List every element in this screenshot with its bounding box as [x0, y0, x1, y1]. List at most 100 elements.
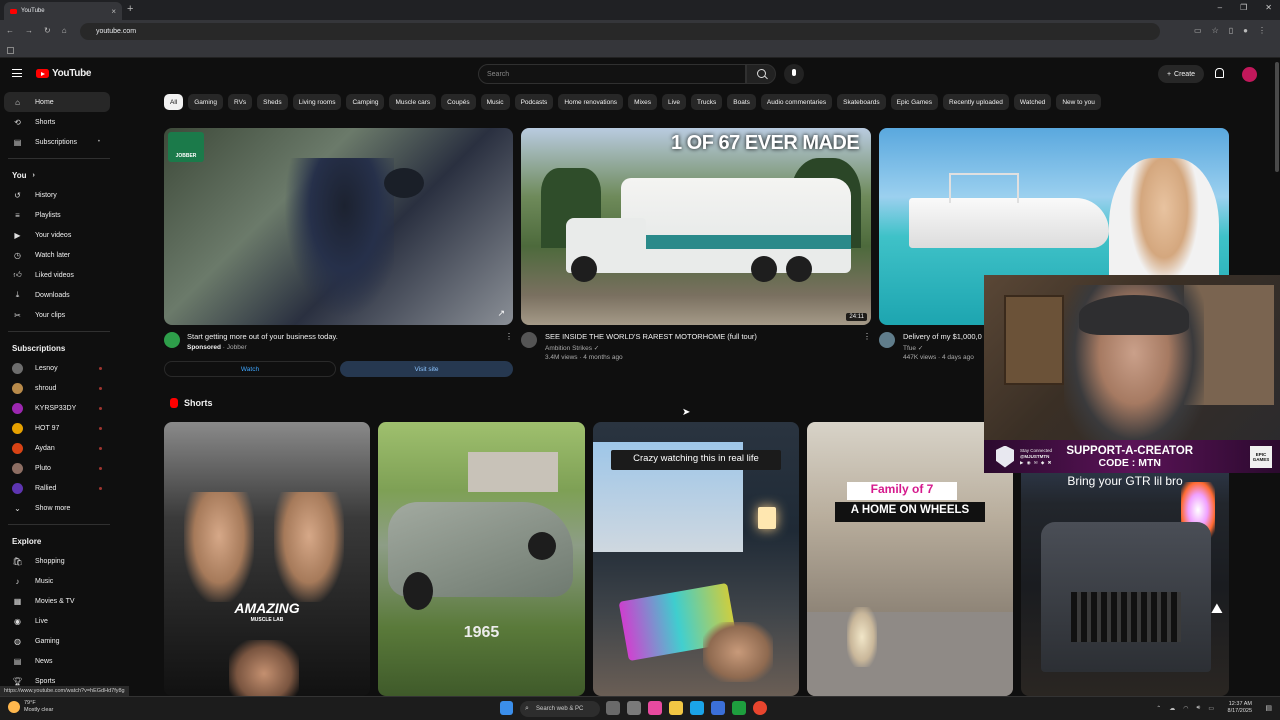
channel-avatar[interactable] — [164, 332, 180, 348]
video-title[interactable]: Delivery of my $1,000,0 — [903, 332, 993, 341]
home-button-icon[interactable]: ⌂ — [62, 26, 67, 35]
notification-center-icon[interactable]: ▤ — [1265, 704, 1272, 712]
sidebar-subscription-item[interactable]: shroud — [0, 378, 118, 398]
you-heading[interactable]: You › — [0, 165, 118, 185]
sidebar-item-liked-videos[interactable]: 👍︎ Liked videos — [0, 265, 118, 285]
close-tab-icon[interactable]: × — [111, 7, 116, 16]
sidebar-item-shopping[interactable]: 🛍︎ Shopping — [0, 551, 118, 571]
filter-chip[interactable]: All — [164, 94, 184, 110]
sidebar-item-playlists[interactable]: ≡ Playlists — [0, 205, 118, 225]
microphone-icon[interactable] — [784, 64, 804, 84]
menu-kebab-icon[interactable]: ⋮ — [1258, 26, 1266, 35]
minimize-icon[interactable]: – — [1218, 3, 1222, 12]
filter-chip[interactable]: Trucks — [690, 94, 723, 110]
filter-chip[interactable]: Watched — [1013, 94, 1052, 110]
external-link-icon[interactable]: ↗ — [497, 308, 505, 319]
sidebar-item-live[interactable]: ◉ Live — [0, 611, 118, 631]
taskbar-search-input[interactable]: ⌕ Search web & PC — [520, 701, 600, 717]
edge-browser-icon[interactable] — [690, 701, 704, 715]
filter-chip[interactable]: Music — [480, 94, 510, 110]
sidebar-item-movies[interactable]: ▦ Movies & TV — [0, 591, 118, 611]
channel-avatar[interactable] — [879, 332, 895, 348]
filter-chip[interactable]: Home renovations — [558, 94, 624, 110]
store-icon[interactable] — [711, 701, 725, 715]
filter-chip[interactable]: Coupés — [441, 94, 476, 110]
filter-chip[interactable]: Audio commentaries — [760, 94, 833, 110]
short-thumbnail[interactable]: Crazy watching this in real life — [593, 422, 799, 696]
short-thumbnail[interactable]: AMAZING MUSCLE LAB — [164, 422, 370, 696]
channel-avatar[interactable] — [521, 332, 537, 348]
sidebar-subscription-item[interactable]: Lesnoy — [0, 358, 118, 378]
filter-chip[interactable]: Podcasts — [514, 94, 554, 110]
filter-chip[interactable]: Skateboards — [837, 94, 886, 110]
watch-button[interactable]: Watch — [164, 361, 336, 377]
sidebar-subscription-item[interactable]: HOT 97 — [0, 418, 118, 438]
create-button[interactable]: + Create — [1158, 65, 1204, 83]
back-icon[interactable]: ← — [6, 26, 14, 35]
video-thumbnail[interactable]: 1 OF 67 EVER MADE 24:11 — [521, 128, 871, 325]
filter-chip[interactable]: Sheds — [257, 94, 288, 110]
account-avatar[interactable] — [1242, 67, 1257, 82]
sidebar-subscription-item[interactable]: Pluto — [0, 458, 118, 478]
channel-name[interactable]: Tfue ✓ — [903, 344, 993, 352]
wifi-icon[interactable]: ◠ — [1183, 705, 1188, 712]
install-icon[interactable]: ▭ — [1194, 26, 1202, 35]
sprout-app-icon[interactable] — [606, 701, 620, 715]
copilot-icon[interactable] — [648, 701, 662, 715]
clock[interactable]: 12:37 AM 8/17/2025 — [1228, 701, 1252, 715]
file-explorer-icon[interactable] — [669, 701, 683, 715]
search-icon[interactable] — [746, 64, 776, 84]
weather-widget[interactable]: 79°F Mostly clear — [8, 700, 53, 714]
volume-icon[interactable]: 🔊︎ — [1197, 705, 1201, 712]
filter-chip[interactable]: New to you — [1056, 94, 1101, 110]
chrome-browser-icon[interactable] — [753, 701, 767, 715]
cloud-icon[interactable]: ☁ — [1169, 705, 1175, 712]
new-tab-button[interactable]: + — [127, 3, 133, 15]
sidebar-item-gaming[interactable]: ◍ Gaming — [0, 631, 118, 651]
filter-chip[interactable]: RVs — [228, 94, 253, 110]
filter-chip[interactable]: Muscle cars — [389, 94, 437, 110]
youtube-logo[interactable]: YouTube — [36, 68, 92, 79]
sidebar-item-watch-later[interactable]: ◷ Watch later — [0, 245, 118, 265]
sidebar-item-music[interactable]: ♪ Music — [0, 571, 118, 591]
video-title[interactable]: Start getting more out of your business … — [187, 332, 497, 341]
task-view-icon[interactable] — [627, 701, 641, 715]
excel-app-icon[interactable] — [732, 701, 746, 715]
sidebar-item-your-videos[interactable]: ▶ Your videos — [0, 225, 118, 245]
chevron-up-icon[interactable]: ⌃ — [1156, 705, 1161, 712]
browser-tab[interactable]: YouTube × — [4, 2, 122, 20]
notifications-bell-icon[interactable] — [1215, 68, 1224, 78]
restore-icon[interactable]: ❐ — [1240, 3, 1247, 12]
show-more-button[interactable]: ⌄ Show more — [0, 498, 118, 518]
scrollbar[interactable] — [1275, 62, 1279, 172]
video-thumbnail[interactable]: JOBBER ↗ — [164, 128, 513, 325]
reload-icon[interactable]: ↻ — [44, 26, 51, 35]
filter-chip[interactable]: Epic Games — [890, 94, 939, 110]
visit-site-button[interactable]: Visit site — [340, 361, 513, 377]
network-icon[interactable]: ▭ — [1208, 705, 1214, 712]
filter-chip[interactable]: Camping — [346, 94, 385, 110]
more-options-icon[interactable]: ⋮ — [863, 332, 871, 341]
search-input[interactable]: Search — [478, 64, 746, 84]
more-options-icon[interactable]: ⋮ — [505, 332, 513, 341]
video-title[interactable]: SEE INSIDE THE WORLD'S RAREST MOTORHOME … — [545, 332, 865, 341]
channel-name[interactable]: Jobber — [227, 344, 247, 351]
channel-name[interactable]: Ambition Strikes ✓ — [545, 344, 865, 352]
sidebar-item-news[interactable]: ▤ News — [0, 651, 118, 671]
windows-start-icon[interactable] — [500, 701, 513, 715]
sidebar-item-shorts[interactable]: ⟲ Shorts — [0, 112, 118, 132]
sidebar-subscription-item[interactable]: Rallied — [0, 478, 118, 498]
hamburger-menu-icon[interactable] — [12, 69, 22, 77]
filter-chip[interactable]: Mixes — [628, 94, 658, 110]
filter-chip[interactable]: Recently uploaded — [943, 94, 1009, 110]
sidebar-item-home[interactable]: ⌂ Home — [4, 92, 110, 112]
sidebar-item-downloads[interactable]: ⤓ Downloads — [0, 285, 118, 305]
filter-chip[interactable]: Living rooms — [292, 94, 342, 110]
sidebar-subscription-item[interactable]: KYRSP33DY — [0, 398, 118, 418]
bookmark-star-icon[interactable]: ☆ — [1212, 26, 1219, 35]
sidebar-item-subscriptions[interactable]: ▤ Subscriptions • — [0, 132, 118, 152]
filter-chip[interactable]: Boats — [727, 94, 756, 110]
filter-chip[interactable]: Live — [662, 94, 686, 110]
sidebar-item-your-clips[interactable]: ✂ Your clips — [0, 305, 118, 325]
short-thumbnail[interactable]: Family of 7 A HOME ON WHEELS — [807, 422, 1013, 696]
